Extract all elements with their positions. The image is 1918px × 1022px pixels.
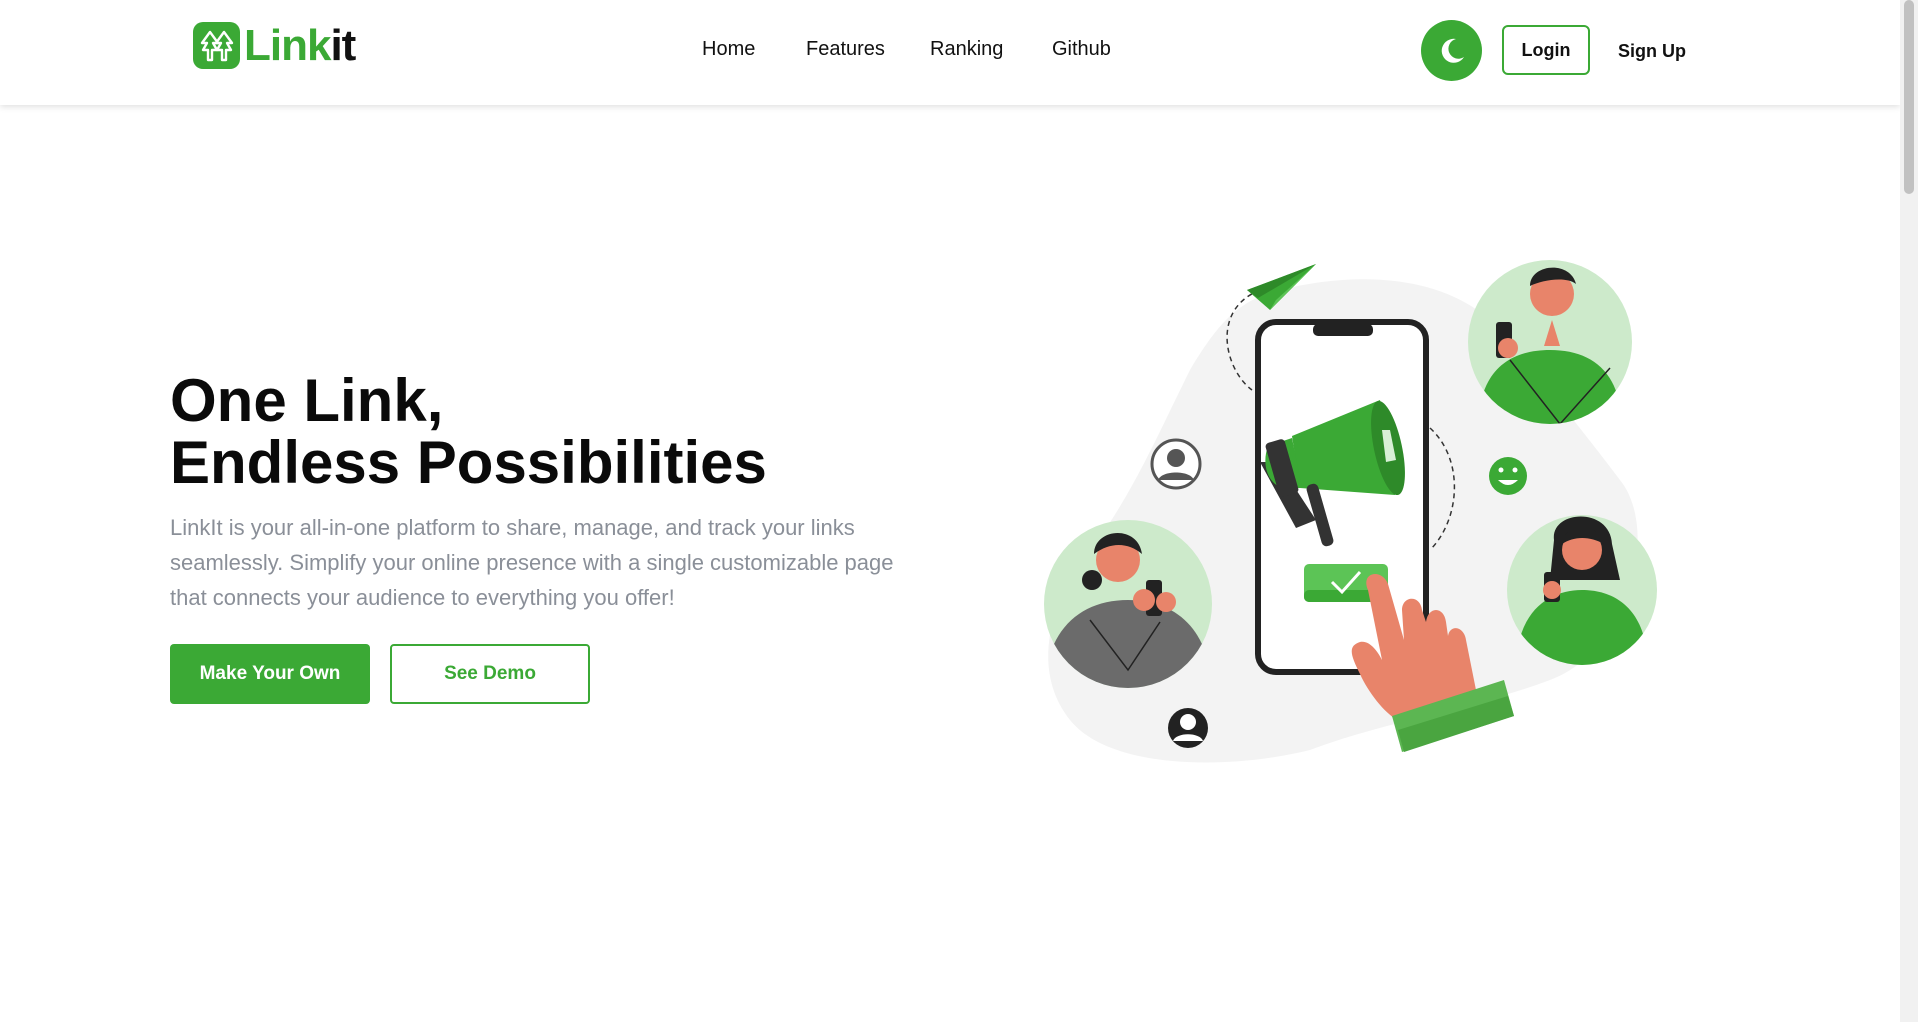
hero-description: LinkIt is your all-in-one platform to sh… [170, 515, 894, 610]
user-avatar-icon [1168, 708, 1208, 748]
make-your-own-button[interactable]: Make Your Own [170, 644, 370, 704]
nav-features-link[interactable]: Features [806, 38, 885, 61]
smiley-icon [1489, 457, 1527, 495]
person-avatar-top-right [1468, 260, 1632, 424]
scrollbar-thumb[interactable] [1904, 0, 1914, 194]
hero-title-line2: Endless Possibilities [170, 429, 767, 496]
hero-title: One Link, Endless Possibilities [170, 370, 930, 494]
login-button[interactable]: Login [1502, 25, 1590, 75]
page-scrollbar[interactable] [1900, 0, 1918, 1022]
hero-title-line1: One Link, [170, 367, 444, 434]
main-nav: Home Features Ranking Github [0, 38, 1900, 64]
moon-icon [1441, 38, 1464, 63]
nav-github-link[interactable]: Github [1052, 38, 1111, 61]
see-demo-button[interactable]: See Demo [390, 644, 590, 704]
user-avatar-icon [1150, 438, 1202, 490]
signup-button[interactable]: Sign Up [1618, 38, 1686, 64]
nav-ranking-link[interactable]: Ranking [930, 38, 1003, 61]
top-navbar: Linkit Home Features Ranking Github Logi… [0, 0, 1900, 105]
hero-illustration [1044, 260, 1657, 763]
theme-toggle-button[interactable] [1421, 20, 1482, 81]
nav-home-link[interactable]: Home [702, 38, 755, 61]
